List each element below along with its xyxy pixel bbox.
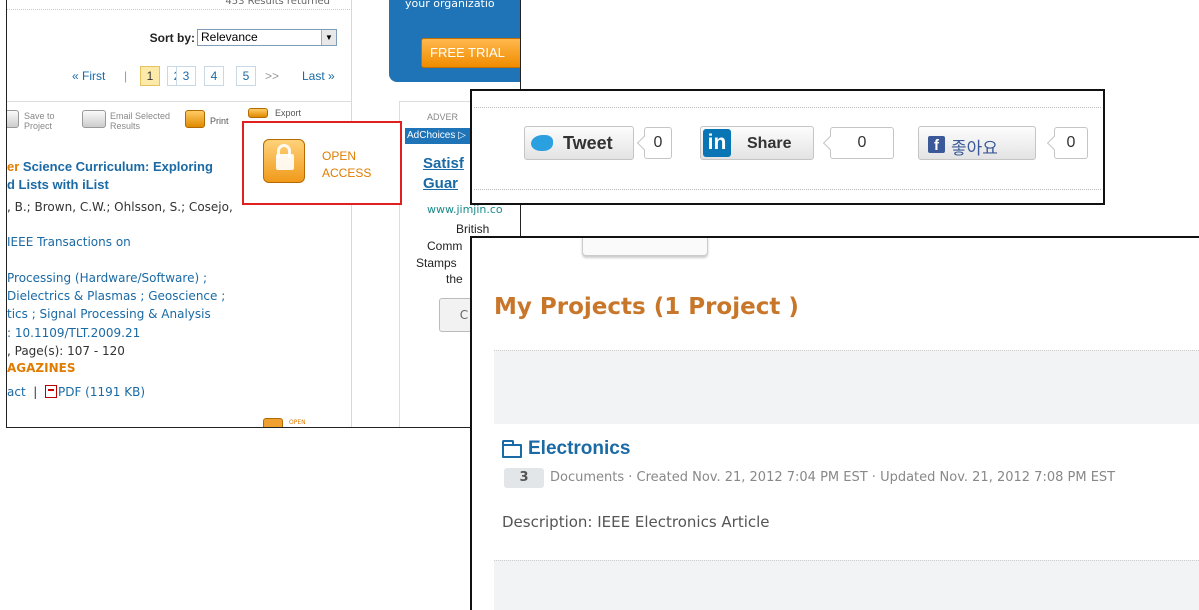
project-description: Description: IEEE Electronics Article (502, 513, 770, 531)
pager-page-3[interactable]: 3 (176, 66, 196, 86)
free-trial-org-text: your organizatio (405, 0, 495, 10)
like-count: 0 (1054, 127, 1088, 159)
sort-select[interactable]: Relevance ▼ (197, 29, 337, 46)
results-count: 453 Results returned (7, 0, 352, 10)
print-icon[interactable] (185, 110, 205, 128)
ad-body-3: Stamps (416, 256, 457, 270)
pager-separator: | (124, 69, 128, 83)
sort-label: Sort by: (149, 31, 195, 45)
free-trial-button[interactable]: FREE TRIAL (421, 38, 520, 68)
pager-first-link[interactable]: « First (72, 69, 105, 83)
ad-body-4: the (446, 272, 463, 286)
open-access-line-1: OPEN (322, 149, 357, 163)
open-access-small-icon (263, 418, 283, 427)
save-project-label-2: Project (24, 121, 53, 131)
twitter-bird-icon (531, 135, 553, 151)
email-label-1: Email Selected (110, 111, 171, 121)
open-access-small-label: OPEN (289, 419, 306, 426)
article-pages: , Page(s): 107 - 120 (7, 344, 125, 358)
print-button[interactable]: Print (210, 116, 229, 126)
article-title-line-1: Science Curriculum: Exploring (22, 159, 213, 174)
article-topics-2[interactable]: Dielectrics & Plasmas ; Geoscience ; (7, 289, 225, 303)
abstract-link[interactable]: act (7, 385, 26, 399)
tweet-count: 0 (644, 127, 672, 159)
projects-toolbar-band (494, 350, 1199, 424)
results-column: 453 Results returned Sort by: Relevance … (7, 0, 352, 427)
article-links: act | PDF (1191 KB) (7, 385, 145, 399)
tweet-button[interactable]: Tweet (524, 126, 634, 160)
pager-page-1[interactable]: 1 (140, 66, 160, 86)
ad-body-2: Comm (427, 239, 463, 253)
export-icon[interactable] (248, 108, 268, 118)
facebook-like-button[interactable]: f 좋아요 (918, 126, 1036, 160)
pdf-icon[interactable] (44, 385, 57, 398)
link-separator: | (33, 385, 38, 399)
article-doi[interactable]: : 10.1109/TLT.2009.21 (7, 326, 140, 340)
pdf-link[interactable]: PDF (1191 KB) (58, 385, 145, 399)
social-top-divider (474, 107, 1101, 108)
article-topics-1[interactable]: Processing (Hardware/Software) ; (7, 271, 207, 285)
ad-link-line-2[interactable]: Guar (423, 175, 458, 192)
my-projects-panel: My Projects (1 Project ) Electronics 3 D… (470, 236, 1199, 610)
project-meta: Documents · Created Nov. 21, 2012 7:04 P… (550, 470, 1116, 485)
facebook-icon: f (928, 136, 945, 154)
social-share-panel: Tweet 0 in Share 0 f 좋아요 0 (470, 89, 1105, 205)
email-icon[interactable] (82, 110, 106, 128)
linkedin-icon: in (703, 129, 731, 157)
save-project-button[interactable]: Save to Project (24, 111, 55, 131)
projects-tab[interactable] (582, 238, 708, 256)
pager-next[interactable]: >> (265, 69, 279, 83)
dropdown-arrow-icon[interactable]: ▼ (321, 30, 336, 45)
lock-body (276, 154, 294, 170)
pager-page-5[interactable]: 5 (236, 66, 256, 86)
article-topics-3[interactable]: tics ; Signal Processing & Analysis (7, 307, 211, 321)
save-project-icon[interactable] (7, 110, 19, 128)
social-bottom-divider (474, 189, 1101, 190)
tweet-label: Tweet (563, 133, 613, 153)
ad-link-line-1[interactable]: Satisf (423, 155, 464, 172)
open-access-label: OPEN ACCESS (322, 148, 371, 182)
project-name-link[interactable]: Electronics (528, 438, 630, 460)
project-footer-band (494, 560, 1199, 610)
pager-page-4[interactable]: 4 (204, 66, 224, 86)
open-lock-icon (263, 139, 305, 183)
email-label-2: Results (110, 121, 141, 131)
share-label: Share (747, 135, 792, 152)
page-title: My Projects (1 Project ) (494, 294, 799, 320)
pagination: « First | 1 2 3 4 5 >> Last » (7, 66, 352, 88)
share-count: 0 (830, 127, 894, 159)
article-magazines: AGAZINES (7, 361, 76, 375)
export-button[interactable]: Export (275, 108, 301, 118)
open-access-callout: OPEN ACCESS (242, 121, 402, 205)
sort-row: Sort by: Relevance ▼ (7, 28, 352, 48)
email-selected-button[interactable]: Email Selected Results (110, 111, 170, 131)
folder-icon (502, 440, 522, 458)
sort-value: Relevance (201, 30, 258, 44)
pager-last-link[interactable]: Last » (302, 69, 335, 83)
article-title-highlight: er (7, 159, 23, 174)
advertisement-label: ADVER (427, 112, 459, 122)
linkedin-share-button[interactable]: in Share (700, 126, 814, 160)
article-journal[interactable]: IEEE Transactions on (7, 235, 131, 249)
save-project-label-1: Save to (24, 111, 55, 121)
search-results-panel: 453 Results returned Sort by: Relevance … (6, 0, 521, 428)
like-label: 좋아요 (951, 139, 998, 159)
adchoices-badge[interactable]: AdChoices ▷ (405, 128, 480, 144)
open-access-line-2: ACCESS (322, 166, 372, 180)
document-count-badge: 3 (504, 468, 544, 488)
article-authors: , B.; Brown, C.W.; Ohlsson, S.; Cosejo, (7, 200, 233, 214)
ad-body-1: British (456, 222, 490, 236)
toolbar-divider (7, 101, 352, 102)
